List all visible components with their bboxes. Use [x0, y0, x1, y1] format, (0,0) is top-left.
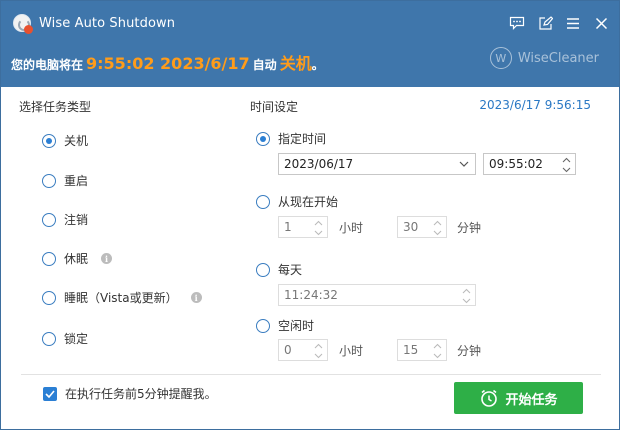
- hours-stepper[interactable]: [311, 341, 325, 360]
- time-mode-specified[interactable]: 指定时间: [256, 130, 326, 147]
- time-mode-idle[interactable]: 空闲时: [256, 317, 314, 334]
- time-mode-label: 指定时间: [278, 132, 327, 146]
- task-option-label: 锁定: [64, 332, 89, 346]
- time-mode-label: 从现在开始: [278, 195, 339, 209]
- chevron-up-icon[interactable]: [311, 341, 325, 350]
- chevron-down-icon[interactable]: [457, 157, 471, 171]
- radio-button[interactable]: [256, 262, 270, 277]
- window-title: Wise Auto Shutdown: [39, 16, 176, 31]
- task-option-logoff[interactable]: 注销: [42, 211, 88, 228]
- current-datetime: 2023/6/17 9:56:15: [479, 98, 591, 112]
- start-task-label: 开始任务: [505, 392, 558, 408]
- time-mode-daily[interactable]: 每天: [256, 261, 302, 278]
- hours-unit: 小时: [339, 344, 364, 358]
- from-now-minutes-input[interactable]: 30: [397, 216, 447, 238]
- header-bar: Wise Auto Shutdown 您的电脑将在 9:55:02 2023/6…: [1, 1, 619, 87]
- status-suffix: 。: [311, 58, 324, 72]
- task-option-lock[interactable]: 锁定: [42, 330, 88, 347]
- hours-value: 0: [284, 343, 292, 357]
- time-settings-title: 时间设定: [250, 100, 299, 114]
- hours-stepper[interactable]: [311, 218, 325, 237]
- date-picker[interactable]: 2023/06/17: [278, 153, 476, 175]
- radio-button[interactable]: [256, 318, 270, 333]
- task-option-label: 注销: [64, 213, 89, 227]
- minutes-stepper[interactable]: [430, 341, 444, 360]
- time-picker[interactable]: 09:55:02: [483, 153, 576, 175]
- daily-time-stepper[interactable]: [459, 286, 473, 305]
- wisecleaner-icon: W: [489, 47, 512, 69]
- chevron-up-icon[interactable]: [311, 218, 325, 227]
- task-option-restart[interactable]: 重启: [42, 172, 88, 189]
- task-option-label: 睡眠（Vista或更新）: [64, 291, 178, 305]
- radio-button[interactable]: [256, 194, 270, 209]
- chevron-down-icon[interactable]: [430, 351, 444, 360]
- brand-name: WiseCleaner: [517, 50, 599, 66]
- task-option-label: 重启: [64, 174, 89, 188]
- time-mode-label: 空闲时: [278, 319, 315, 333]
- chevron-up-icon[interactable]: [430, 341, 444, 350]
- task-option-label: 休眠: [64, 252, 89, 266]
- minutes-unit: 分钟: [457, 344, 482, 358]
- task-option-label: 关机: [64, 134, 89, 148]
- daily-time-input[interactable]: 11:24:32: [278, 284, 476, 306]
- radio-button[interactable]: [42, 173, 56, 188]
- idle-minutes-input[interactable]: 15: [397, 339, 447, 361]
- time-value: 09:55:02: [489, 157, 543, 171]
- feedback-icon[interactable]: [507, 13, 527, 33]
- brand-logo: W WiseCleaner: [489, 47, 599, 69]
- minutes-stepper[interactable]: [430, 218, 444, 237]
- radio-button[interactable]: [256, 131, 270, 146]
- chevron-up-icon[interactable]: [559, 155, 573, 164]
- minutes-value: 15: [403, 343, 419, 357]
- checkmark-icon: [45, 389, 55, 398]
- minutes-unit: 分钟: [457, 221, 482, 235]
- chevron-down-icon[interactable]: [559, 165, 573, 174]
- status-prefix: 您的电脑将在: [11, 58, 84, 72]
- time-stepper[interactable]: [559, 155, 573, 174]
- remind-option[interactable]: 在执行任务前5分钟提醒我。: [43, 385, 217, 402]
- task-option-sleep[interactable]: 睡眠（Vista或更新） i: [42, 289, 202, 306]
- radio-button[interactable]: [42, 133, 56, 148]
- daily-time-value: 11:24:32: [284, 288, 338, 302]
- radio-button[interactable]: [42, 251, 56, 266]
- task-type-title: 选择任务类型: [19, 100, 92, 114]
- chevron-down-icon[interactable]: [459, 296, 473, 305]
- task-option-shutdown[interactable]: 关机: [42, 132, 88, 149]
- remind-label: 在执行任务前5分钟提醒我。: [65, 387, 217, 401]
- chevron-down-icon[interactable]: [430, 228, 444, 237]
- radio-button[interactable]: [42, 212, 56, 227]
- radio-button[interactable]: [42, 290, 56, 305]
- app-window: Wise Auto Shutdown 您的电脑将在 9:55:02 2023/6…: [0, 0, 620, 430]
- footer-divider: [21, 374, 601, 375]
- from-now-hours-input[interactable]: 1: [278, 216, 328, 238]
- window-controls: [507, 13, 611, 33]
- date-value: 2023/06/17: [284, 157, 354, 171]
- time-mode-label: 每天: [278, 263, 303, 277]
- menu-icon[interactable]: [563, 13, 583, 33]
- minutes-value: 30: [403, 220, 419, 234]
- status-datetime: 9:55:02 2023/6/17: [86, 54, 250, 73]
- chevron-up-icon[interactable]: [459, 286, 473, 295]
- alarm-clock-icon: [481, 389, 498, 407]
- chevron-down-icon[interactable]: [311, 351, 325, 360]
- time-mode-from-now[interactable]: 从现在开始: [256, 193, 338, 210]
- idle-hours-input[interactable]: 0: [278, 339, 328, 361]
- shutdown-status: 您的电脑将在 9:55:02 2023/6/17 自动 关机 。: [11, 50, 324, 74]
- radio-button[interactable]: [42, 331, 56, 346]
- info-icon[interactable]: i: [101, 253, 113, 264]
- close-icon[interactable]: [591, 13, 611, 33]
- remind-checkbox[interactable]: [43, 386, 57, 401]
- edit-icon[interactable]: [535, 13, 555, 33]
- hours-value: 1: [284, 220, 292, 234]
- chevron-down-icon[interactable]: [311, 228, 325, 237]
- task-option-hibernate[interactable]: 休眠 i: [42, 250, 113, 267]
- status-action: 关机: [279, 54, 312, 73]
- app-logo-icon: [13, 14, 33, 34]
- start-task-button[interactable]: 开始任务: [454, 382, 583, 414]
- chevron-up-icon[interactable]: [430, 218, 444, 227]
- info-icon[interactable]: i: [190, 292, 202, 303]
- status-middle: 自动: [252, 58, 277, 72]
- hours-unit: 小时: [339, 221, 364, 235]
